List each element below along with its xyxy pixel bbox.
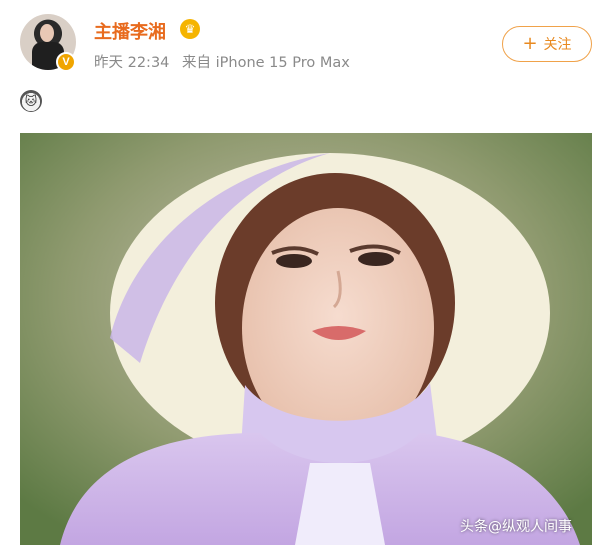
- photo-illustration: [20, 133, 592, 545]
- plus-icon: +: [522, 33, 538, 54]
- watermark-text: 头条@纵观人间事: [460, 519, 572, 535]
- post-photo[interactable]: [20, 133, 592, 545]
- follow-label: 关注: [543, 37, 572, 53]
- follow-button[interactable]: + 关注: [502, 26, 592, 62]
- verified-badge-icon: V: [56, 52, 76, 72]
- post-time: 昨天 22:34: [94, 55, 170, 71]
- crown-icon: ♛: [180, 19, 200, 39]
- post-meta: 昨天 22:34 来自 iPhone 15 Pro Max: [94, 51, 358, 72]
- avatar-face: [40, 24, 54, 42]
- author-name[interactable]: 主播李湘: [94, 18, 166, 44]
- post-source: 来自 iPhone 15 Pro Max: [182, 55, 350, 71]
- emoji-icon: 🐱: [20, 90, 42, 112]
- post-header: V 主播李湘 ♛ 昨天 22:34 来自 iPhone 15 Pro Max +…: [0, 0, 600, 80]
